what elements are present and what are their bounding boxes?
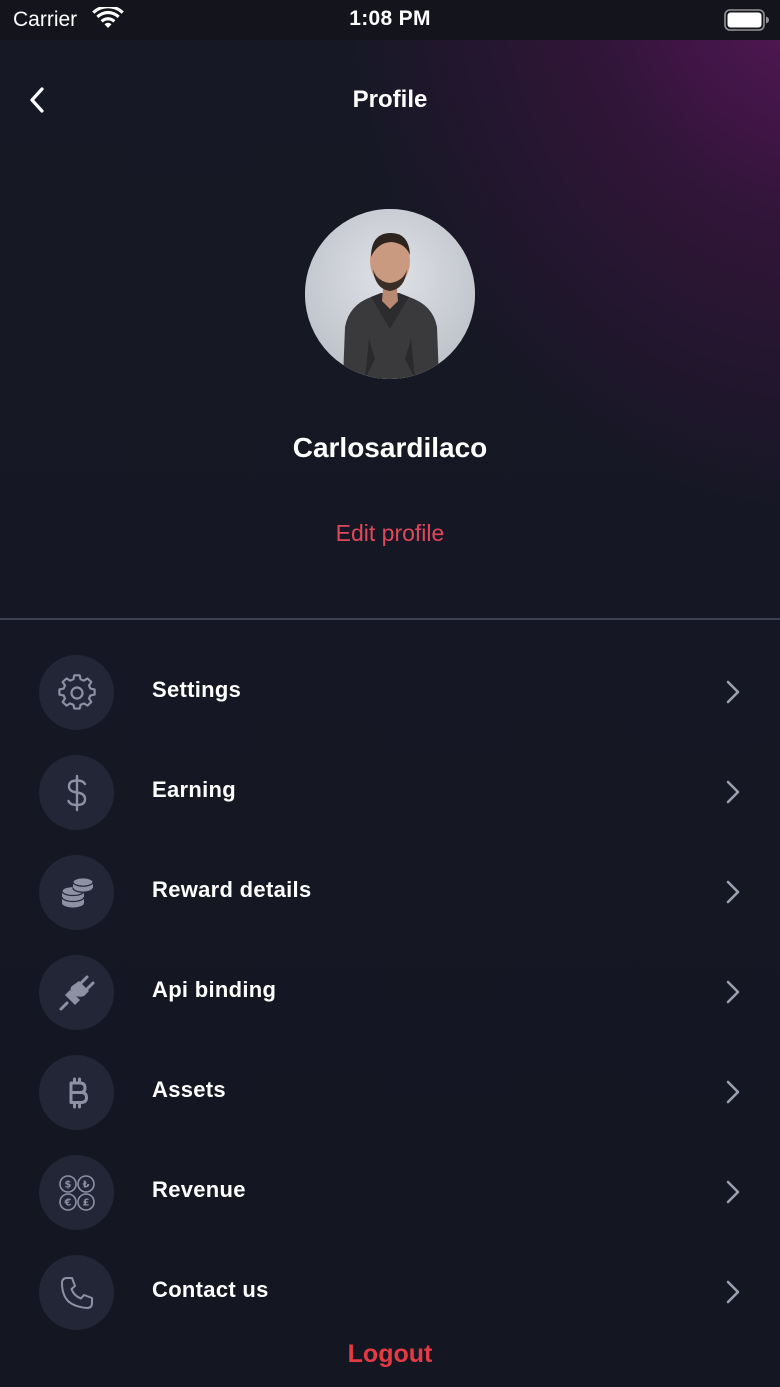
- chevron-right-icon: [726, 1080, 740, 1104]
- menu-item-label: Settings: [152, 677, 242, 702]
- status-time: 1:08 PM: [349, 7, 431, 30]
- menu-item-revenue[interactable]: $ ₺ € £ Revenue: [0, 1143, 780, 1243]
- profile-screen: Carrier 1:08 PM Profile Carlosardilaco E…: [0, 0, 780, 1387]
- svg-text:₺: ₺: [82, 1179, 89, 1190]
- menu-item-label: Earning: [152, 777, 236, 802]
- menu-item-label: Api binding: [152, 977, 277, 1002]
- section-divider: [0, 618, 780, 620]
- avatar-image: [305, 209, 475, 379]
- menu-item-label: Revenue: [152, 1177, 246, 1202]
- svg-text:£: £: [82, 1197, 89, 1208]
- menu-item-settings[interactable]: Settings: [0, 643, 780, 743]
- chevron-right-icon: [726, 680, 740, 704]
- status-bar: Carrier 1:08 PM: [0, 0, 780, 40]
- menu-item-label: Reward details: [152, 877, 312, 902]
- menu-item-label: Assets: [152, 1077, 226, 1102]
- chevron-right-icon: [726, 1180, 740, 1204]
- menu-item-assets[interactable]: Assets: [0, 1043, 780, 1143]
- phone-icon: [60, 1276, 93, 1309]
- plug-icon: [59, 975, 94, 1010]
- avatar[interactable]: [305, 209, 475, 379]
- profile-username: Carlosardilaco: [292, 432, 488, 463]
- menu-item-label: Contact us: [152, 1277, 269, 1302]
- bitcoin-icon: [69, 1077, 88, 1108]
- gear-icon: [57, 673, 96, 710]
- chevron-right-icon: [726, 880, 740, 904]
- chevron-right-icon: [726, 980, 740, 1004]
- edit-profile-link[interactable]: Edit profile: [290, 520, 490, 547]
- page-title: Profile: [352, 86, 428, 113]
- battery-icon: [724, 9, 769, 31]
- menu-item-contact-us[interactable]: Contact us: [0, 1243, 780, 1343]
- logout-button[interactable]: Logout: [290, 1340, 490, 1369]
- dollar-icon: [66, 774, 86, 811]
- currencies-icon: $ ₺ € £: [58, 1174, 95, 1211]
- chevron-right-icon: [726, 1280, 740, 1304]
- menu-item-reward-details[interactable]: Reward details: [0, 843, 780, 943]
- chevron-right-icon: [726, 780, 740, 804]
- svg-text:$: $: [64, 1179, 71, 1190]
- menu-item-earning[interactable]: Earning: [0, 743, 780, 843]
- svg-text:€: €: [63, 1197, 71, 1208]
- menu-item-api-binding[interactable]: Api binding: [0, 943, 780, 1043]
- coins-icon: [60, 876, 94, 907]
